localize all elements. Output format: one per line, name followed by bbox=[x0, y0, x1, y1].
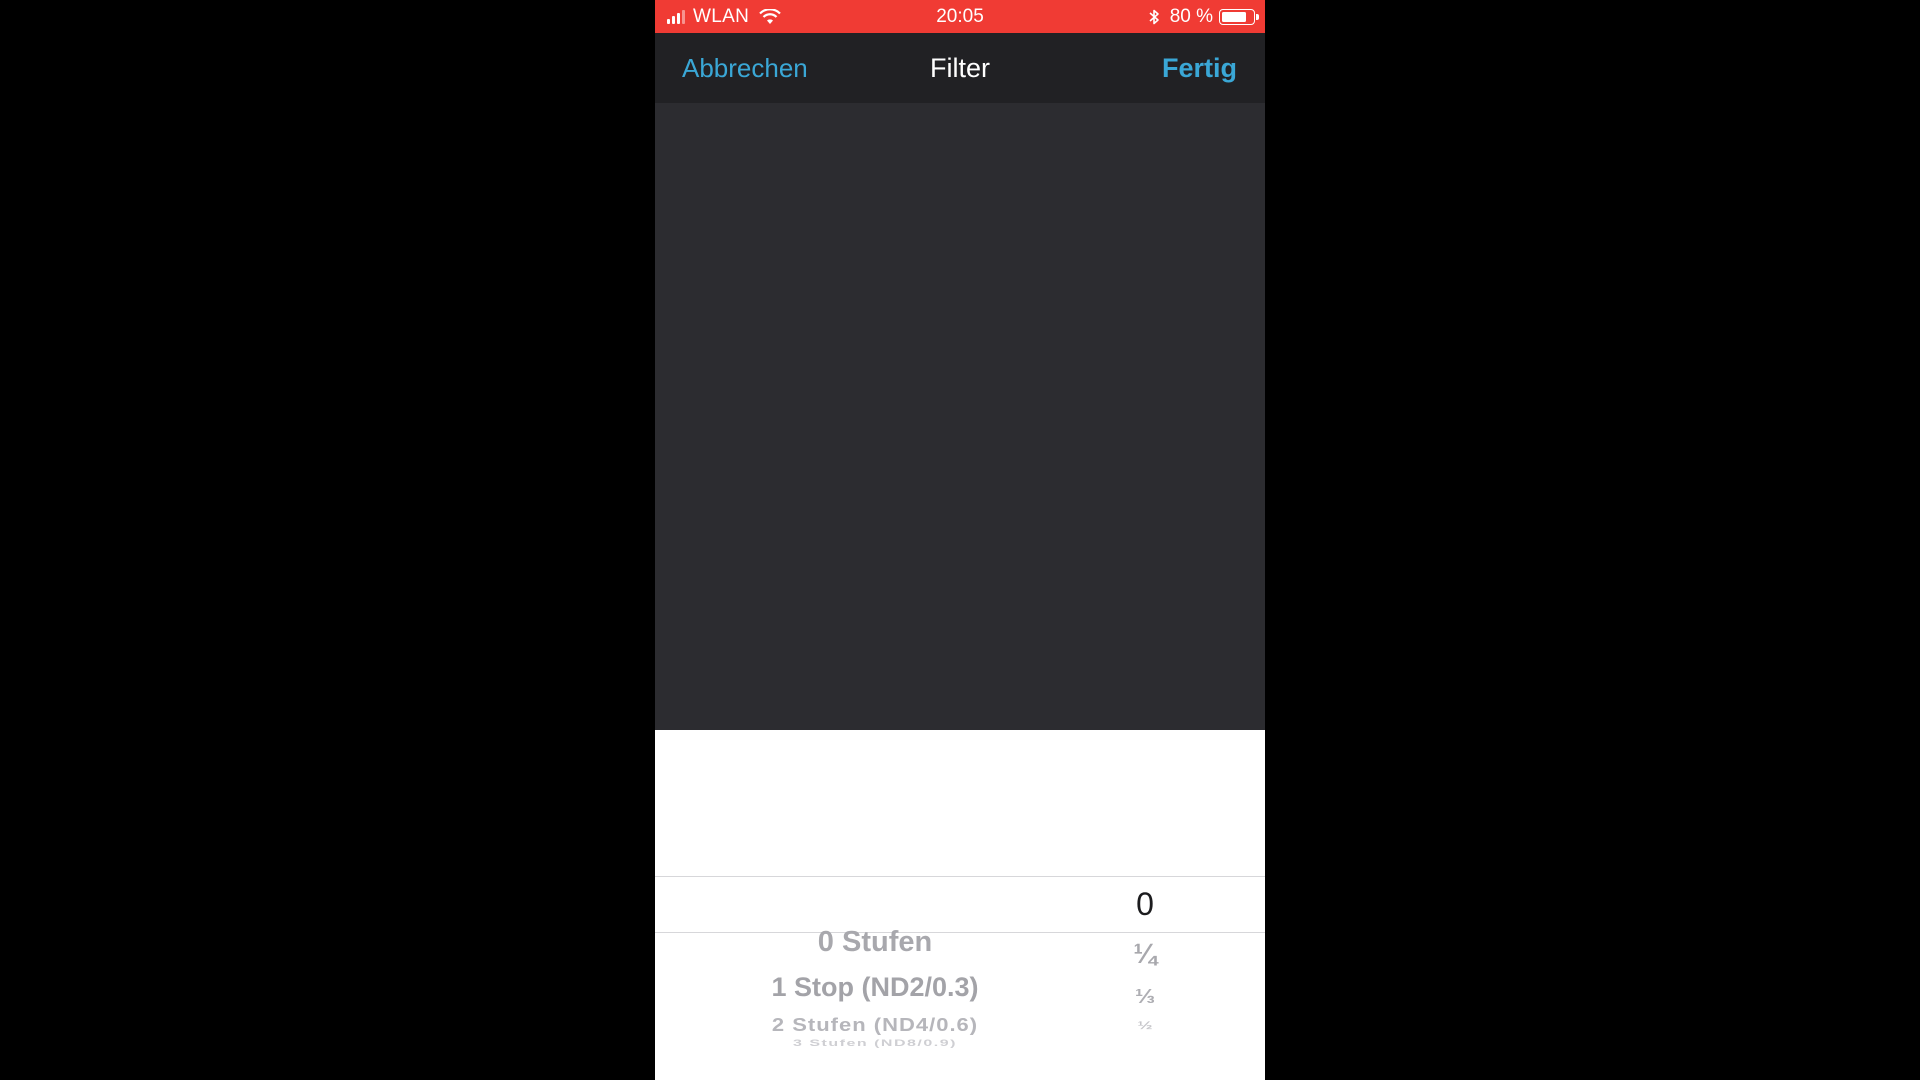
picker-row[interactable]: 2 Stufen (ND4/0.6) bbox=[655, 1014, 1095, 1036]
filter-picker[interactable]: 0 Stufen 1 Stop (ND2/0.3) 2 Stufen (ND4/… bbox=[655, 730, 1265, 1080]
picker-row[interactable]: ¼ bbox=[1095, 938, 1195, 970]
status-right: 80 % bbox=[1148, 6, 1259, 28]
battery-percent: 80 % bbox=[1169, 6, 1213, 27]
battery-icon bbox=[1219, 9, 1259, 25]
status-bar: WLAN 20:05 80 % bbox=[655, 0, 1265, 33]
fraction-wheel[interactable]: 0 ¼ ⅓ ½ bbox=[1095, 730, 1195, 1080]
picker-row-selected[interactable]: 0 bbox=[1095, 886, 1195, 923]
picker-row[interactable]: 1 Stop (ND2/0.3) bbox=[655, 972, 1095, 1003]
picker-row[interactable]: ½ bbox=[1095, 1019, 1195, 1032]
battery-fill bbox=[1222, 12, 1246, 22]
bluetooth-icon bbox=[1149, 9, 1159, 25]
navigation-bar: Abbrechen Filter Fertig bbox=[655, 33, 1265, 103]
picker-row[interactable]: ⅓ bbox=[1095, 985, 1195, 1009]
picker-row[interactable]: 0 Stufen bbox=[655, 926, 1095, 959]
content-area bbox=[655, 103, 1265, 730]
done-button[interactable]: Fertig bbox=[1162, 53, 1237, 84]
filter-stops-wheel[interactable]: 0 Stufen 1 Stop (ND2/0.3) 2 Stufen (ND4/… bbox=[655, 730, 1095, 1080]
phone-screen: WLAN 20:05 80 % Abbrechen Filter Fertig bbox=[655, 0, 1265, 1080]
picker-row[interactable]: 3 Stufen (ND8/0.9) bbox=[655, 1039, 1095, 1049]
